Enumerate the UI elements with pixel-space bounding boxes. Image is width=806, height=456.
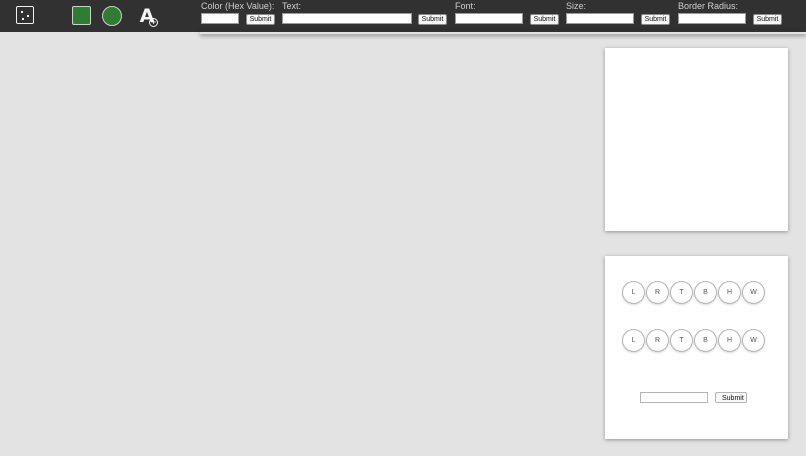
text-submit-button[interactable]: Submit — [418, 14, 447, 25]
border-radius-input[interactable] — [678, 13, 746, 24]
font-submit-button[interactable]: Submit — [530, 14, 559, 25]
control-left-button[interactable]: L — [622, 281, 645, 304]
border-radius-label: Border Radius: — [678, 1, 739, 11]
control-row-2: L R T B H W — [622, 329, 765, 352]
position-controls-panel: L R T B H W L R T B H W Submit — [605, 256, 788, 439]
control-right-button[interactable]: R — [646, 281, 669, 304]
control-top-button[interactable]: T — [670, 281, 693, 304]
size-input[interactable] — [566, 13, 634, 24]
add-text-icon[interactable]: A + — [136, 4, 158, 28]
color-submit-button[interactable]: Submit — [246, 14, 275, 25]
add-plus-icon: + — [149, 18, 158, 27]
size-submit-button[interactable]: Submit — [641, 14, 670, 25]
font-label: Font: — [455, 1, 476, 11]
control-height-button[interactable]: H — [718, 329, 741, 352]
preview-panel[interactable] — [605, 48, 788, 231]
control-bottom-button[interactable]: B — [694, 329, 717, 352]
top-toolbar: A + Color (Hex Value): Submit Text: Subm… — [0, 0, 806, 32]
control-height-button[interactable]: H — [718, 281, 741, 304]
border-radius-submit-button[interactable]: Submit — [753, 14, 782, 25]
text-input[interactable] — [282, 13, 412, 24]
control-width-button[interactable]: W — [742, 329, 765, 352]
font-input[interactable] — [455, 13, 523, 24]
square-shape-icon[interactable] — [72, 6, 91, 25]
control-width-button[interactable]: W — [742, 281, 765, 304]
color-label: Color (Hex Value): — [201, 1, 275, 11]
control-right-button[interactable]: R — [646, 329, 669, 352]
toolbar-shadow — [200, 30, 806, 34]
control-submit-button[interactable]: Submit — [715, 392, 747, 403]
color-hex-input[interactable] — [201, 13, 239, 24]
dotted-box-icon[interactable] — [16, 6, 34, 24]
control-value-input[interactable] — [640, 392, 708, 403]
text-label: Text: — [282, 1, 302, 11]
control-bottom-button[interactable]: B — [694, 281, 717, 304]
control-top-button[interactable]: T — [670, 329, 693, 352]
circle-shape-icon[interactable] — [102, 6, 122, 26]
size-label: Size: — [566, 1, 587, 11]
control-left-button[interactable]: L — [622, 329, 645, 352]
control-row-1: L R T B H W — [622, 281, 765, 304]
